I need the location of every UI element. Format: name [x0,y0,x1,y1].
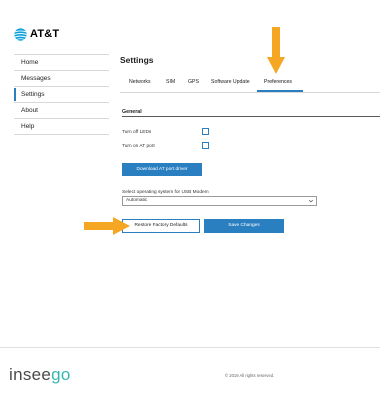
section-title-general: General [122,109,142,115]
tab-divider [120,92,380,93]
section-divider [122,116,380,117]
sidebar-item-label: Settings [21,91,45,98]
save-changes-button[interactable]: Save Changes [204,219,284,233]
sidebar-item-label: Messages [21,75,51,82]
turn-off-leds-checkbox[interactable] [202,128,209,135]
page-title: Settings [120,55,154,65]
sidebar-item-about[interactable]: About [14,103,109,119]
tab-sim[interactable]: SIM [166,79,175,85]
tab-networks[interactable]: Networks [129,79,151,85]
usb-modem-os-label: Select operating system for USB Modem [122,190,209,195]
arrow-down-icon [267,27,285,74]
sidebar-item-help[interactable]: Help [14,119,109,135]
sidebar-item-home[interactable]: Home [14,55,109,71]
sidebar-item-messages[interactable]: Messages [14,71,109,87]
inseego-logo: inseego [9,365,71,385]
chevron-down-icon [308,199,314,203]
restore-factory-defaults-button[interactable]: Restore Factory Defaults [122,219,200,233]
tab-gps[interactable]: GPS [188,79,199,85]
select-value: Automatic [126,198,148,203]
sidebar-item-label: Home [21,59,39,66]
logo-text: AT&T [30,28,60,40]
copyright-text: © 2019 All rights reserved. [225,373,275,378]
footer: inseego © 2019 All rights reserved. [0,347,380,400]
tab-preferences[interactable]: Preferences [264,79,292,85]
header: AT&T [0,0,380,52]
download-at-port-driver-button[interactable]: Download AT port driver [122,163,202,176]
sidebar-item-label: Help [21,123,35,130]
turn-off-leds-label: Turn off LEDs [122,130,152,135]
usb-modem-os-select[interactable]: Automatic [122,196,317,206]
brand-accent: go [51,365,71,384]
sidebar-item-settings[interactable]: Settings [14,87,109,103]
turn-on-at-port-checkbox[interactable] [202,142,209,149]
sidebar-nav: Home Messages Settings About Help [14,54,109,135]
sidebar-item-label: About [21,107,38,114]
att-logo[interactable]: AT&T [14,24,59,44]
turn-on-at-port-label: Turn on AT port [122,144,155,149]
att-globe-icon [14,27,27,41]
arrow-right-icon [84,217,130,235]
tab-software-update[interactable]: Software Update [211,79,250,85]
brand-main: insee [9,365,52,384]
